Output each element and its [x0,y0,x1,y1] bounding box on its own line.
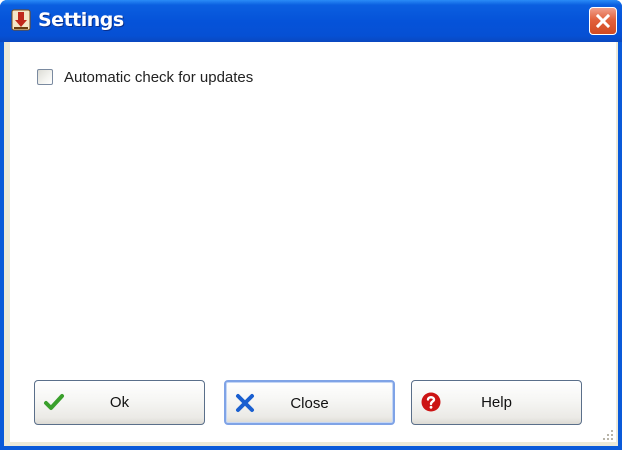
dialog-body: Automatic check for updates Ok Close Hel… [10,42,616,442]
close-button-label: Close [290,395,329,412]
ok-button-label: Ok [109,394,130,411]
auto-update-label: Automatic check for updates [64,68,254,86]
window-close-button[interactable] [589,7,617,35]
close-button[interactable]: Close [224,380,395,425]
help-button[interactable]: Help [411,380,582,425]
resize-grip-icon[interactable] [600,426,614,440]
window-title: Settings [38,9,124,31]
download-app-icon [11,9,31,31]
auto-update-checkbox[interactable] [37,69,53,85]
settings-dialog: Settings Automatic check for updates Ok [0,0,622,450]
auto-update-option[interactable]: Automatic check for updates [37,67,253,87]
ok-button[interactable]: Ok [34,380,205,425]
title-bar[interactable]: Settings [0,0,622,42]
help-button-label: Help [481,394,512,411]
